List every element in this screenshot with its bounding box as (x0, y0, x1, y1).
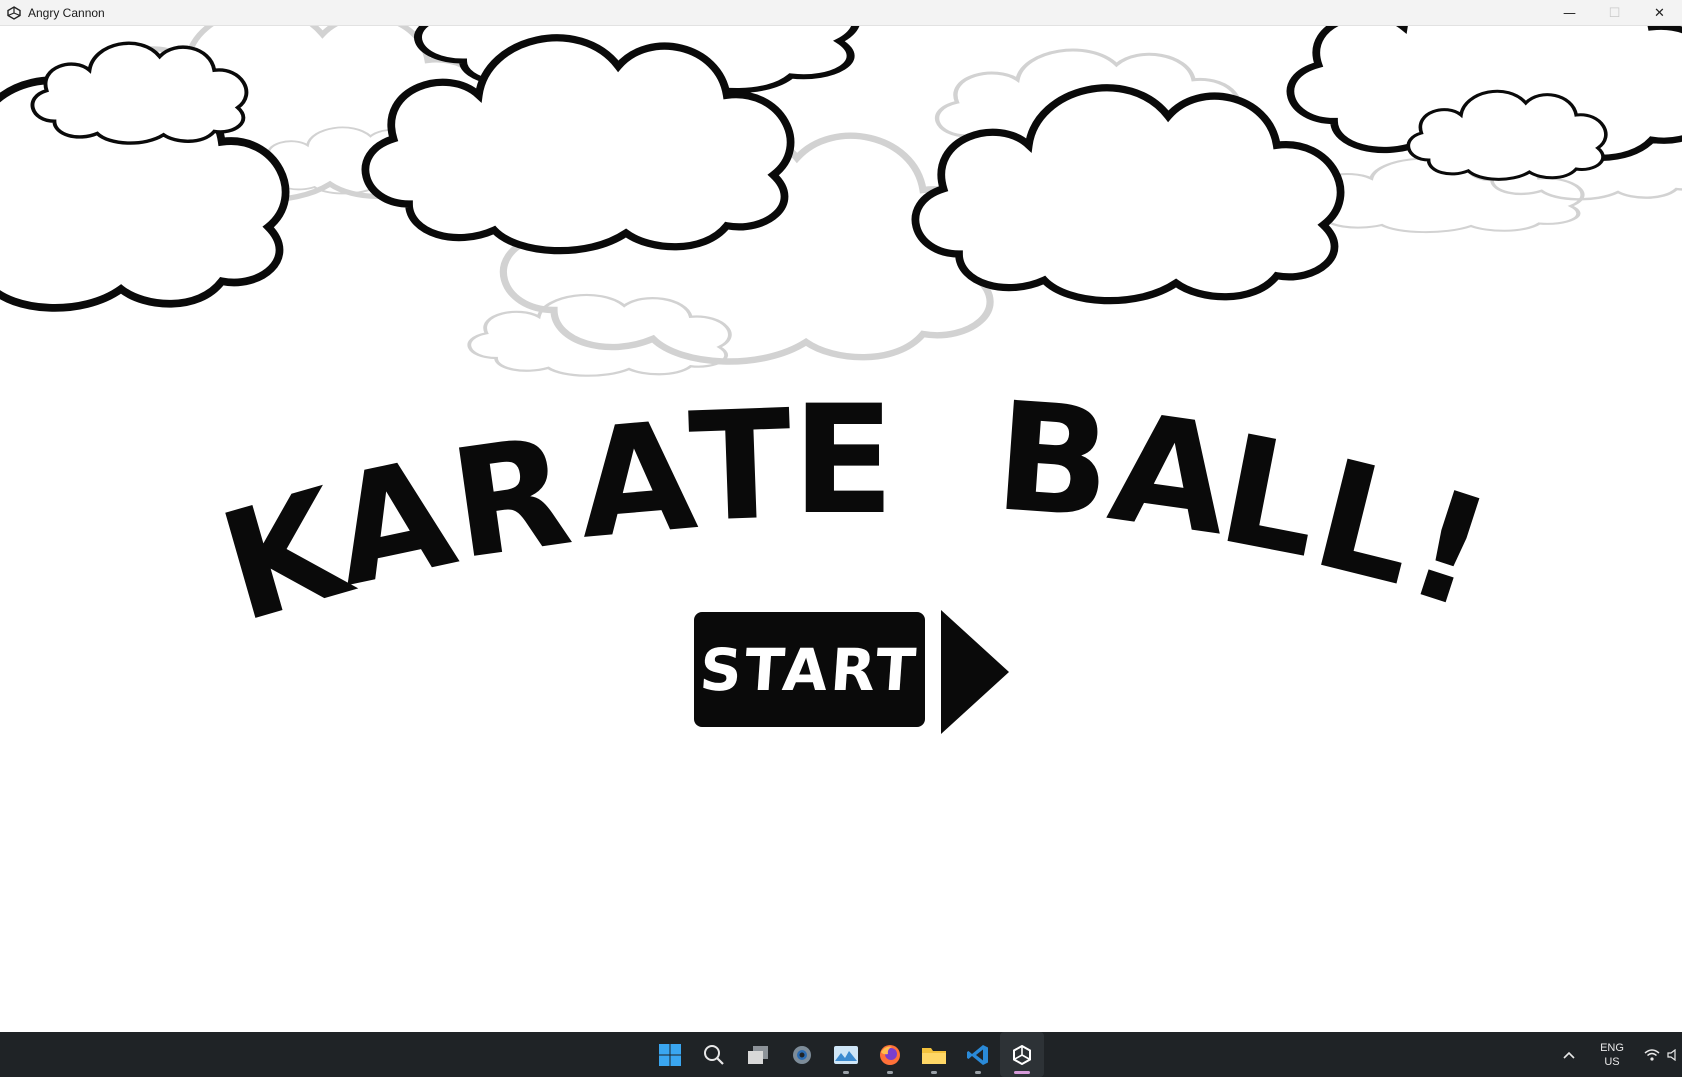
logo-letter: R (441, 404, 580, 594)
foreground-clouds (0, 26, 1682, 308)
running-indicator (887, 1071, 893, 1074)
maximize-button[interactable]: ☐ (1592, 0, 1637, 26)
search-icon[interactable] (692, 1032, 736, 1077)
wifi-icon[interactable] (1640, 1048, 1664, 1061)
taskbar: ENG US (0, 1032, 1682, 1077)
taskbar-apps (648, 1032, 1044, 1077)
start-button[interactable]: START (694, 612, 925, 727)
vscode-icon[interactable] (956, 1032, 1000, 1077)
firefox-icon[interactable] (868, 1032, 912, 1077)
unity-app-icon[interactable] (1000, 1032, 1044, 1077)
system-tray: ENG US (1554, 1032, 1682, 1077)
language-code: ENG (1600, 1041, 1624, 1054)
play-arrow-icon[interactable] (941, 610, 1009, 734)
logo-letter: T (686, 378, 795, 556)
minimize-button[interactable]: — (1547, 0, 1592, 26)
window-controls: — ☐ ✕ (1547, 0, 1682, 26)
window-titlebar: Angry Cannon — ☐ ✕ (0, 0, 1682, 26)
start-group: START (694, 586, 1014, 734)
window-title: Angry Cannon (28, 5, 105, 20)
language-indicator[interactable]: ENG US (1584, 1041, 1640, 1069)
start-label: START (697, 635, 922, 704)
close-button[interactable]: ✕ (1637, 0, 1682, 26)
logo-letter: A (571, 389, 703, 573)
game-viewport: K A R A T E B A L L ! START (0, 26, 1682, 1032)
running-indicator (843, 1071, 849, 1074)
file-explorer-icon[interactable] (912, 1032, 956, 1077)
volume-icon[interactable] (1664, 1048, 1682, 1061)
start-icon[interactable] (648, 1032, 692, 1077)
unity-icon (6, 5, 22, 21)
running-indicator (931, 1071, 937, 1074)
chevron-up-icon[interactable] (1554, 1051, 1584, 1059)
logo-letter: B (990, 370, 1117, 552)
photos-icon[interactable] (824, 1032, 868, 1077)
settings-icon[interactable] (780, 1032, 824, 1077)
running-indicator (975, 1071, 981, 1074)
logo-letter: E (792, 374, 895, 548)
active-indicator (1014, 1071, 1030, 1074)
region-code: US (1604, 1055, 1620, 1068)
task-view-icon[interactable] (736, 1032, 780, 1077)
